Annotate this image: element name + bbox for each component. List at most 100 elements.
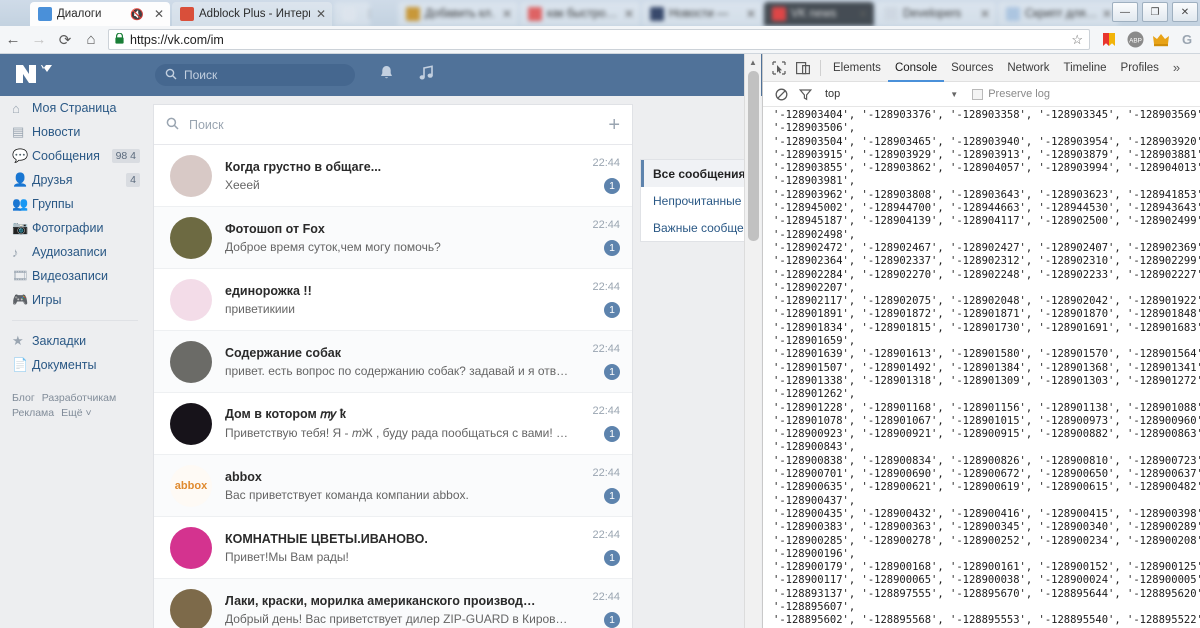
devtools-tab-network[interactable]: Network (1000, 54, 1056, 82)
vk-global-search-input[interactable]: Поиск (155, 64, 355, 86)
music-note-icon[interactable] (419, 65, 434, 86)
more-tabs-icon[interactable]: » (1166, 60, 1187, 75)
dialog-row[interactable]: Дом в котором 𝑚𝑦 ҟПриветствую тебя! Я - … (154, 393, 632, 455)
devtools-tab-sources[interactable]: Sources (944, 54, 1000, 82)
devtools-tab-console[interactable]: Console (888, 54, 944, 82)
sidebar-item-1[interactable]: ▤Новости (0, 120, 150, 144)
tab-close-icon[interactable]: ✕ (624, 7, 634, 21)
dialog-snippet: Хееей (225, 178, 574, 192)
search-icon (165, 68, 177, 83)
devtools-tab-profiles[interactable]: Profiles (1114, 54, 1166, 82)
tab-mute-icon[interactable]: 🔇 (130, 8, 144, 21)
sidebar-item-7[interactable]: 🎞Видеозаписи (0, 264, 150, 288)
sidebar-item-8[interactable]: 🎮Игры (0, 288, 150, 312)
devtools-tab-elements[interactable]: Elements (826, 54, 888, 82)
page-scrollbar[interactable]: ▲ (744, 54, 761, 628)
sidebar-item-3[interactable]: 👤Друзья4 (0, 168, 150, 192)
sidebar-item-4[interactable]: 👥Группы (0, 192, 150, 216)
sidebar-secondary-item-0[interactable]: ★Закладки (0, 329, 150, 353)
restore-button[interactable]: ❐ (1142, 2, 1168, 22)
footer-link-0[interactable]: Блог (12, 392, 35, 404)
sidebar-item-5[interactable]: 📷Фотографии (0, 216, 150, 240)
dialogs-search-bar[interactable]: Поиск + (154, 105, 632, 145)
tab-close-icon[interactable]: ✕ (980, 7, 990, 21)
dialog-row[interactable]: Лаки, краски, морилка американского прои… (154, 579, 632, 628)
reload-button[interactable]: ⟳ (52, 27, 78, 53)
adblock-plus-icon[interactable]: ABP (1122, 27, 1148, 53)
sidebar-item-6[interactable]: ♪Аудиозаписи (0, 240, 150, 264)
checkbox-box[interactable] (972, 89, 983, 100)
tab-close-icon[interactable]: ✕ (746, 7, 756, 21)
browser-tab-9[interactable]: Скрипт для…✕ (998, 2, 1118, 26)
close-button[interactable]: ✕ (1172, 2, 1198, 22)
bookmark-star-icon[interactable]: ☆ (1071, 32, 1083, 48)
video-icon: 🎞 (12, 268, 32, 284)
dialogs-panel: Поиск + Когда грустно в общаге...Хееей22… (153, 104, 633, 628)
sidebar-secondary-item-1[interactable]: 📄Документы (0, 353, 150, 377)
browser-chrome: Диалоги🔇✕Adblock Plus - Интернет✕✕Добави… (0, 0, 1200, 54)
inspect-element-icon[interactable] (767, 56, 791, 80)
dialog-row[interactable]: КОМНАТНЫЕ ЦВЕТЫ.ИВАНОВО.Привет!Мы Вам ра… (154, 517, 632, 579)
sidebar-item-0[interactable]: ⌂Моя Страница (0, 96, 150, 120)
tab-title: Developers (903, 8, 974, 20)
browser-tab-5[interactable]: как быстро…✕ (520, 2, 640, 26)
tab-close-icon[interactable]: ✕ (154, 7, 164, 21)
dialog-row[interactable]: единорожка !!приветикиии22:441 (154, 269, 632, 331)
devtools-tab-timeline[interactable]: Timeline (1057, 54, 1114, 82)
back-button[interactable]: ← (0, 27, 26, 53)
avatar (170, 155, 212, 197)
vk-logo[interactable] (14, 62, 56, 88)
browser-tab-3[interactable]: ✕ (334, 2, 370, 26)
footer-link-2[interactable]: Реклама (12, 407, 54, 419)
sidebar-item-label: Игры (32, 293, 150, 307)
minimize-button[interactable]: — (1112, 2, 1138, 22)
avatar: abbox (170, 465, 212, 507)
google-extension-icon[interactable]: G (1174, 27, 1200, 53)
new-message-plus-icon[interactable]: + (608, 118, 620, 132)
footer-link-3[interactable]: Ещё ˅ (61, 407, 92, 419)
crown-extension-icon[interactable] (1148, 27, 1174, 53)
scrollbar-thumb[interactable] (748, 71, 759, 241)
toggle-device-toolbar-icon[interactable] (791, 56, 815, 80)
browser-tab-2[interactable]: Adblock Plus - Интернет✕ (172, 2, 332, 26)
avatar (170, 589, 212, 628)
browser-tab-1[interactable]: Диалоги🔇✕ (30, 2, 170, 26)
dialog-row[interactable]: Когда грустно в общаге...Хееей22:441 (154, 145, 632, 207)
tab-close-icon[interactable]: ✕ (502, 7, 512, 21)
footer-link-1[interactable]: Разработчикам (42, 392, 117, 404)
console-line: '-128900117', '-128900065', '-128900038'… (773, 574, 1200, 587)
home-button[interactable]: ⌂ (78, 27, 104, 53)
browser-tab-7[interactable]: VK news✕ (764, 2, 874, 26)
sidebar-item-2[interactable]: 💬Сообщения98 4 (0, 144, 150, 168)
message-filter-2[interactable]: Важные сообще (641, 214, 745, 241)
tab-close-icon[interactable]: ✕ (316, 7, 326, 21)
dialog-row[interactable]: Содержание собакпривет. есть вопрос по с… (154, 331, 632, 393)
dialog-row[interactable]: Фотошоп от FoxДоброе время суток,чем мог… (154, 207, 632, 269)
browser-tab-4[interactable]: Добавить кл…✕ (398, 2, 518, 26)
scroll-up-arrow[interactable]: ▲ (745, 54, 761, 70)
filter-funnel-icon[interactable] (793, 82, 817, 106)
message-filter-1[interactable]: Непрочитанные (641, 187, 745, 214)
console-line: '-128900838', '-128900834', '-128900826'… (773, 455, 1200, 468)
dialog-row[interactable]: abboxabboxВас приветствует команда компа… (154, 455, 632, 517)
chevron-down-icon[interactable]: ▼ (950, 90, 958, 99)
browser-tab-8[interactable]: Developers ✕ (876, 2, 996, 26)
preserve-log-checkbox[interactable]: Preserve log (972, 88, 1050, 100)
bookmark-manager-icon[interactable] (1096, 27, 1122, 53)
tab-close-icon[interactable]: ✕ (858, 7, 868, 21)
message-filter-0[interactable]: Все сообщения (641, 160, 745, 187)
unread-count-badge: 1 (604, 488, 620, 504)
sidebar-item-label: Документы (32, 358, 150, 372)
console-context-selector[interactable]: top (825, 88, 840, 100)
address-bar[interactable]: https://vk.com /im ☆ (108, 29, 1090, 50)
unread-count-badge: 1 (604, 364, 620, 380)
clear-console-icon[interactable] (769, 82, 793, 106)
tab-close-icon[interactable]: ✕ (367, 7, 370, 21)
browser-tab-6[interactable]: Новости —✕ (642, 2, 762, 26)
forward-button[interactable]: → (26, 27, 52, 53)
notifications-bell-icon[interactable] (379, 65, 394, 86)
console-line: '-128901228', '-128901168', '-128901156'… (773, 402, 1200, 415)
dialog-text: Дом в котором 𝑚𝑦 ҟПриветствую тебя! Я - … (225, 407, 574, 441)
vk-global-search-placeholder: Поиск (184, 68, 217, 82)
tab-close-icon[interactable]: ✕ (1102, 7, 1112, 21)
